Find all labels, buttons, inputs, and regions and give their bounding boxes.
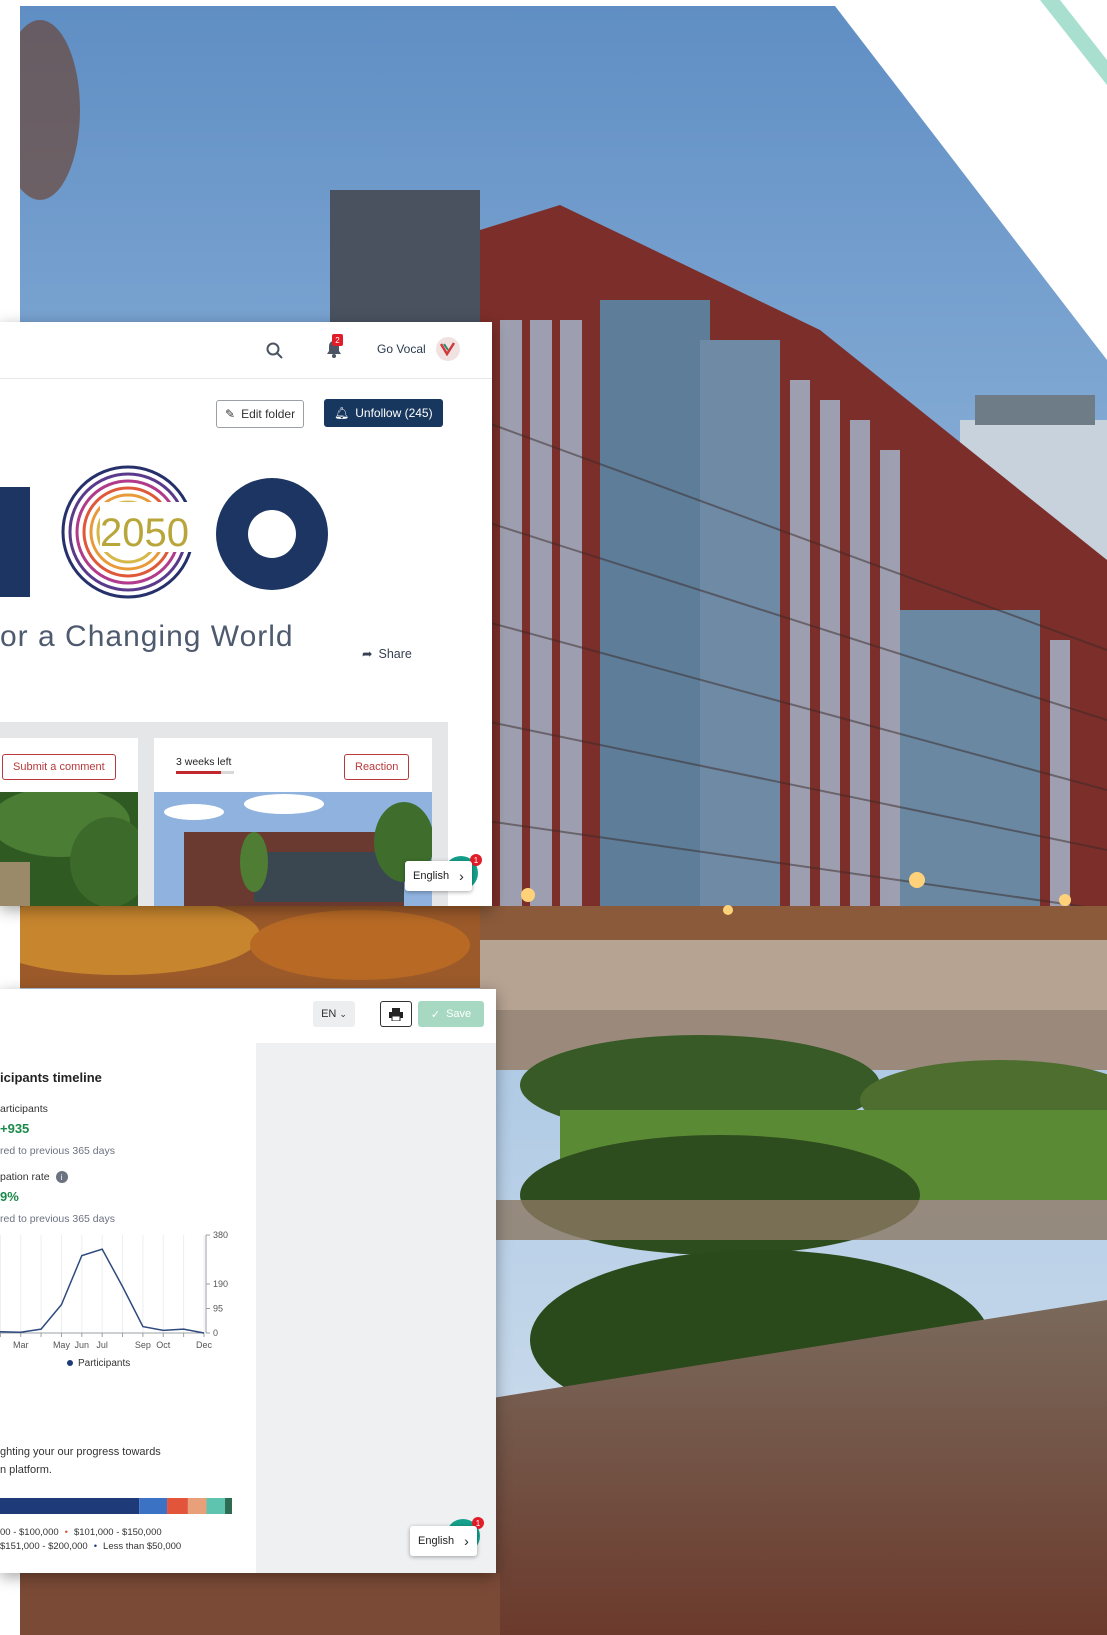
- save-label: Save: [446, 1008, 472, 1020]
- check-icon: ✓: [430, 1008, 441, 1021]
- plan-logo-graphic: 2050: [0, 465, 328, 599]
- card-image-park: [0, 792, 138, 906]
- income-stacked-bar: [0, 1498, 232, 1514]
- x-tick-label: May: [53, 1340, 71, 1350]
- x-tick-label: Dec: [196, 1340, 213, 1350]
- share-button[interactable]: ➦ Share: [362, 646, 412, 662]
- participation-rate-text: pation rate: [0, 1171, 50, 1183]
- income-legend-item: 00 - $100,000: [0, 1527, 59, 1538]
- x-tick-label: Oct: [156, 1340, 171, 1350]
- legend-dot-icon: •: [64, 1527, 68, 1538]
- top-navbar: 2 Go Vocal: [0, 322, 492, 379]
- chevron-right-icon: ›: [459, 868, 464, 884]
- chevron-down-icon: ⌄: [339, 1008, 347, 1019]
- submit-comment-button[interactable]: Submit a comment: [2, 754, 116, 780]
- x-tick-label: Jun: [75, 1340, 90, 1350]
- edit-folder-button[interactable]: ✎ Edit folder: [216, 400, 305, 428]
- income-bar-segment: [187, 1498, 207, 1514]
- progress-description-line-1: ghting your our progress towards: [0, 1446, 161, 1458]
- search-icon[interactable]: [264, 340, 286, 362]
- legend-marker: [67, 1360, 73, 1366]
- report-toolbar: EN ⌄ ✓ Save: [0, 989, 496, 1044]
- reaction-button[interactable]: Reaction: [344, 754, 410, 780]
- x-tick-label: Sep: [135, 1340, 151, 1350]
- chevron-right-icon: ›: [464, 1533, 469, 1549]
- project-folder-window: 2 Go Vocal ✎ Edit folder 🔔︎ Unfollow (24…: [0, 322, 492, 906]
- income-bar-segment: [225, 1498, 232, 1514]
- language-select-value: EN: [321, 1008, 337, 1020]
- legend-label: Participants: [78, 1358, 130, 1369]
- bell-icon: 🔔︎: [334, 406, 350, 420]
- share-arrow-icon: ➦: [362, 647, 373, 661]
- unfollow-label: Unfollow (245): [355, 406, 433, 420]
- y-tick-label: 0: [213, 1328, 218, 1338]
- chat-badge: 1: [470, 854, 482, 866]
- notifications-bell-icon[interactable]: 2: [322, 334, 346, 362]
- folder-header-image: 2050 or a Changing World: [0, 442, 492, 692]
- card-image-building: [154, 792, 432, 906]
- dashboard-report-window: EN ⌄ ✓ Save icipants timeline articipant…: [0, 989, 496, 1573]
- progress-description-line-2: n platform.: [0, 1464, 52, 1476]
- x-tick-label: Jul: [96, 1340, 108, 1350]
- language-switcher[interactable]: English ›: [410, 1526, 477, 1556]
- participants-line-chart: 380 190 95 0 Mar May Jun Jul Sep Oct Dec Participan…: [0, 1230, 228, 1369]
- unfollow-button[interactable]: 🔔︎ Unfollow (245): [324, 399, 443, 427]
- language-label: English: [418, 1535, 455, 1547]
- save-button[interactable]: ✓ Save: [418, 1001, 484, 1027]
- participants-value: +935: [0, 1121, 30, 1136]
- project-card[interactable]: 3 weeks left Reaction: [154, 738, 432, 906]
- income-legend-item: $151,000 - $200,000: [0, 1541, 88, 1552]
- y-tick-label: 190: [213, 1279, 228, 1289]
- brand-logo-icon[interactable]: [436, 337, 460, 361]
- project-card[interactable]: Submit a comment: [0, 738, 138, 906]
- timeline-title: icipants timeline: [0, 1070, 102, 1085]
- share-label: Share: [378, 646, 412, 661]
- y-tick-label: 380: [213, 1230, 228, 1240]
- participation-rate-label: pation rate i: [0, 1171, 68, 1183]
- income-bar-segment: [206, 1498, 226, 1514]
- pencil-icon: ✎: [225, 407, 236, 421]
- income-legend-item: $101,000 - $150,000: [73, 1527, 162, 1538]
- notification-count-badge: 2: [332, 334, 343, 346]
- participants-label: articipants: [0, 1103, 48, 1115]
- print-button[interactable]: [380, 1001, 412, 1027]
- time-left-progress: [176, 771, 234, 774]
- printer-icon: [389, 1007, 403, 1021]
- language-switcher[interactable]: English ›: [405, 861, 472, 891]
- income-legend-row-2: $151,000 - $200,000 • Less than $50,000: [0, 1541, 181, 1552]
- logo-year: 2050: [100, 511, 189, 555]
- brand-name[interactable]: Go Vocal: [377, 342, 426, 356]
- income-bar-segment: [139, 1498, 168, 1514]
- report-side-panel: [256, 1043, 496, 1573]
- x-tick-label: Mar: [13, 1340, 29, 1350]
- income-bar-segment: [167, 1498, 188, 1514]
- info-icon[interactable]: i: [55, 1171, 68, 1183]
- edit-folder-label: Edit folder: [241, 407, 296, 421]
- report-content: icipants timeline articipants +935 red t…: [0, 1043, 256, 1573]
- language-label: English: [413, 870, 450, 882]
- legend-dot-icon: •: [93, 1541, 98, 1552]
- income-legend-row-1: 00 - $100,000 • $101,000 - $150,000: [0, 1527, 162, 1538]
- language-select[interactable]: EN ⌄: [313, 1001, 355, 1027]
- y-tick-label: 95: [213, 1304, 223, 1314]
- project-cards-area: Submit a comment 3 weeks left Reaction: [0, 722, 448, 906]
- income-bar-segment: [0, 1498, 140, 1514]
- time-left-label: 3 weeks left: [176, 756, 232, 768]
- participation-rate-value: 9%: [0, 1189, 19, 1204]
- hero-tagline: or a Changing World: [0, 620, 294, 653]
- income-legend-item: Less than $50,000: [103, 1541, 182, 1552]
- participants-comparison: red to previous 365 days: [0, 1145, 115, 1157]
